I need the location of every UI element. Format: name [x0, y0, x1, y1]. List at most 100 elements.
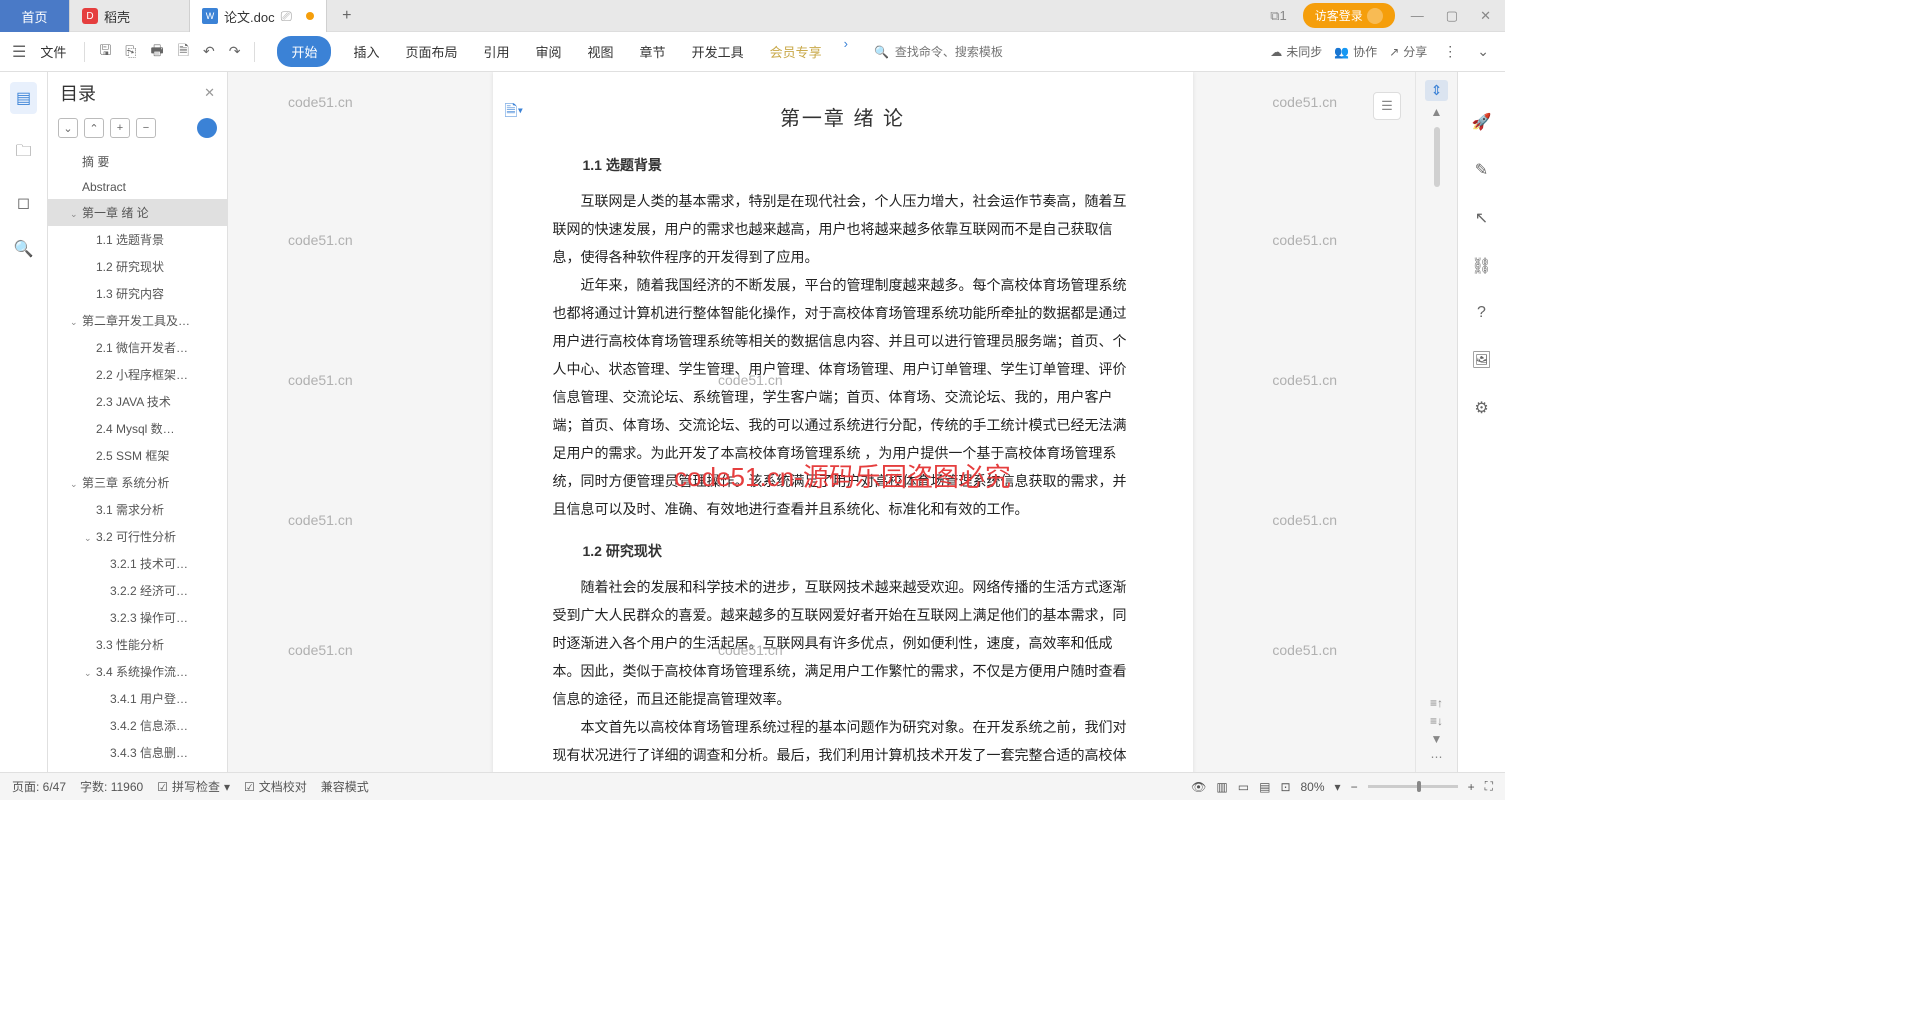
zoom-slider[interactable] — [1368, 785, 1458, 788]
scroll-down-icon[interactable]: ▼ — [1431, 732, 1443, 746]
outline-item[interactable]: 2.4 Mysql 数… — [48, 415, 227, 442]
ribbon-tab-start[interactable]: 开始 — [277, 36, 331, 67]
outline-collapse-icon[interactable]: ⌄ — [58, 118, 78, 138]
outline-item[interactable]: 3.2.3 操作可… — [48, 604, 227, 631]
redo-icon[interactable]: ↷ — [225, 39, 245, 64]
outline-item[interactable]: 1.2 研究现状 — [48, 253, 227, 280]
ribbon-tab-devtools[interactable]: 开发工具 — [688, 36, 748, 67]
zoom-fit-icon[interactable]: ⊡ — [1280, 780, 1290, 794]
print-icon[interactable]: 🖶 — [147, 36, 168, 68]
outline-plus-icon[interactable]: + — [110, 118, 130, 138]
scroll-thumb[interactable] — [1434, 127, 1440, 187]
undo-icon[interactable]: ↶ — [199, 39, 219, 64]
bookmark-nav-icon[interactable]: ◻ — [17, 193, 30, 213]
view-outline-icon[interactable]: ▤ — [1259, 780, 1270, 794]
add-tab-button[interactable]: + — [327, 0, 367, 31]
outline-item[interactable]: 3.2.2 经济可… — [48, 577, 227, 604]
scroll-marker-icon[interactable]: ⇕ — [1425, 80, 1449, 101]
print-preview-icon[interactable]: 🗎 — [174, 36, 193, 68]
cursor-icon[interactable]: ↖ — [1475, 208, 1488, 228]
page-indicator[interactable]: 页面: 6/47 — [12, 778, 66, 795]
page-up-icon[interactable]: ≡↑ — [1430, 696, 1443, 710]
outline-item[interactable]: 3.4.3 信息删… — [48, 739, 227, 766]
outline-item[interactable]: ⌄3.4 系统操作流… — [48, 658, 227, 685]
outline-ai-icon[interactable] — [197, 118, 217, 138]
outline-nav-icon[interactable]: ▤ — [10, 82, 37, 114]
zoom-in-icon[interactable]: + — [1468, 780, 1475, 794]
pencil-icon[interactable]: ✎ — [1475, 160, 1488, 180]
settings-slider-icon[interactable]: ⛓ — [1471, 256, 1491, 276]
word-count[interactable]: 字数: 11960 — [80, 778, 143, 795]
save-icon[interactable]: 🖫 — [95, 36, 115, 68]
outline-item[interactable]: 3.3 性能分析 — [48, 631, 227, 658]
proofread-button[interactable]: ☑文档校对 — [244, 778, 307, 795]
more-ribbon-icon[interactable]: › — [844, 36, 848, 67]
outline-expand-icon[interactable]: ⌃ — [84, 118, 104, 138]
outline-item[interactable]: 第四章 系统设计 — [48, 766, 227, 772]
search-input[interactable] — [895, 45, 1035, 59]
spellcheck-toggle[interactable]: ☑拼写检查 ▾ — [157, 778, 230, 795]
command-search[interactable]: 🔍 — [874, 45, 1035, 59]
folder-nav-icon[interactable]: 🗀 — [15, 140, 31, 167]
outline-item[interactable]: ⌄第一章 绪 论 — [48, 199, 227, 226]
outline-item[interactable]: ⌄第二章开发工具及… — [48, 307, 227, 334]
outline-item[interactable]: 2.3 JAVA 技术 — [48, 388, 227, 415]
ribbon-tab-review[interactable]: 审阅 — [532, 36, 566, 67]
outline-item[interactable]: 2.5 SSM 框架 — [48, 442, 227, 469]
outline-item[interactable]: 3.4.2 信息添… — [48, 712, 227, 739]
page-down-icon[interactable]: ≡↓ — [1430, 714, 1443, 728]
picture-icon[interactable]: 🖼 — [1471, 350, 1491, 370]
view-eye-icon[interactable]: 👁 — [1191, 780, 1206, 794]
outline-item[interactable]: 2.1 微信开发者… — [48, 334, 227, 361]
view-web-icon[interactable]: ▭ — [1238, 780, 1249, 794]
compat-mode[interactable]: 兼容模式 — [321, 778, 369, 795]
collab-button[interactable]: 👥协作 — [1334, 43, 1377, 60]
window-count-icon[interactable]: ⧉1 — [1264, 8, 1293, 24]
ribbon-tab-section[interactable]: 章节 — [636, 36, 670, 67]
outline-item[interactable]: 2.2 小程序框架… — [48, 361, 227, 388]
outline-item[interactable]: 3.4.1 用户登… — [48, 685, 227, 712]
outline-close-icon[interactable]: ✕ — [204, 85, 215, 101]
help-icon[interactable]: ? — [1477, 304, 1486, 322]
ribbon-tab-view[interactable]: 视图 — [584, 36, 618, 67]
ribbon-tab-member[interactable]: 会员专享 — [766, 36, 826, 67]
outline-item[interactable]: ⌄第三章 系统分析 — [48, 469, 227, 496]
outline-item[interactable]: 3.2.1 技术可… — [48, 550, 227, 577]
outline-item[interactable]: 摘 要 — [48, 148, 227, 175]
scroll-menu-icon[interactable]: ⋯ — [1431, 750, 1443, 764]
outline-item[interactable]: 1.3 研究内容 — [48, 280, 227, 307]
doc-scrollbar[interactable]: ⇕ ▲ ≡↑ ≡↓ ▼ ⋯ — [1415, 72, 1457, 772]
zoom-label[interactable]: 80% — [1301, 780, 1325, 794]
gear-icon[interactable]: ⚙ — [1474, 398, 1488, 418]
zoom-thumb[interactable] — [1417, 781, 1421, 792]
ribbon-tab-insert[interactable]: 插入 — [349, 36, 383, 67]
close-button[interactable]: ✕ — [1474, 8, 1497, 24]
share-button[interactable]: ↗分享 — [1389, 43, 1427, 60]
dk-tab[interactable]: D 稻壳 — [70, 0, 190, 32]
maximize-button[interactable]: ▢ — [1440, 8, 1464, 24]
home-tab[interactable]: 首页 — [0, 0, 70, 32]
menu-icon[interactable]: ☰ — [12, 42, 26, 62]
outline-minus-icon[interactable]: − — [136, 118, 156, 138]
search-nav-icon[interactable]: 🔍 — [14, 239, 34, 259]
document-tab[interactable]: W 论文.doc ⎚ — [190, 0, 327, 32]
file-menu[interactable]: 文件 — [32, 38, 74, 65]
sync-status[interactable]: ☁未同步 — [1270, 43, 1322, 60]
zoom-out-icon[interactable]: − — [1351, 780, 1358, 794]
outline-item[interactable]: 3.1 需求分析 — [48, 496, 227, 523]
bookmark-float-icon[interactable]: ☰ — [1373, 92, 1401, 120]
guest-login-button[interactable]: 访客登录 — [1303, 3, 1395, 28]
outline-item[interactable]: Abstract — [48, 175, 227, 199]
fullscreen-icon[interactable]: ⛶ — [1485, 779, 1493, 794]
ribbon-tab-ref[interactable]: 引用 — [480, 36, 514, 67]
outline-item[interactable]: ⌄3.2 可行性分析 — [48, 523, 227, 550]
rocket-icon[interactable]: 🚀 — [1472, 112, 1492, 132]
more-icon[interactable]: ⋮ — [1439, 39, 1461, 64]
view-page-icon[interactable]: ▥ — [1216, 780, 1227, 794]
save-as-icon[interactable]: ⎘ — [121, 39, 140, 64]
minimize-button[interactable]: — — [1405, 8, 1430, 23]
collapse-ribbon-icon[interactable]: ⌄ — [1473, 39, 1493, 64]
scroll-up-icon[interactable]: ▲ — [1431, 105, 1443, 119]
ribbon-tab-layout[interactable]: 页面布局 — [401, 36, 461, 67]
outline-item[interactable]: 1.1 选题背景 — [48, 226, 227, 253]
